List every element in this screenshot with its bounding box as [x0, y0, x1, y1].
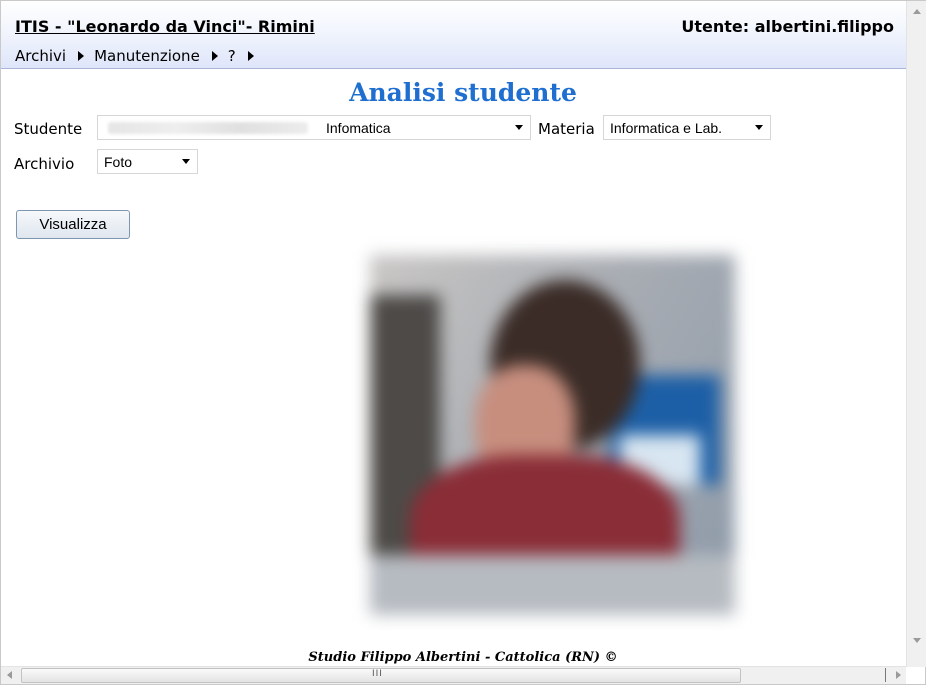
student-name-redacted [108, 121, 308, 134]
horizontal-scroll-thumb[interactable]: III [21, 668, 741, 683]
scroll-down-icon[interactable] [913, 638, 921, 643]
horizontal-scrollbar[interactable]: III [1, 666, 906, 684]
chevron-down-icon [755, 125, 763, 130]
footer-credit: Studio Filippo Albertini - Cattolica (RN… [308, 650, 618, 665]
menu-bar: Archivi Manutenzione ? [15, 47, 264, 65]
archive-select-value: Foto [104, 153, 133, 170]
scroll-left-icon[interactable] [7, 671, 12, 679]
menu-item-help[interactable]: ? [228, 47, 254, 65]
menu-item-manutenzione[interactable]: Manutenzione [94, 47, 218, 65]
submenu-arrow-icon [247, 51, 254, 61]
chevron-down-icon [515, 125, 523, 130]
site-title-link[interactable]: ITIS - "Leonardo da Vinci"- Rimini [15, 17, 315, 36]
scroll-divider [885, 668, 886, 682]
vertical-scrollbar[interactable] [906, 1, 926, 667]
student-photo-blurred [370, 255, 735, 615]
student-label: Studente [14, 120, 83, 138]
visualizza-button[interactable]: Visualizza [16, 210, 130, 239]
user-label: Utente: albertini.filippo [681, 17, 894, 36]
student-photo [348, 235, 758, 630]
chevron-down-icon [182, 159, 190, 164]
menu-item-label: Manutenzione [94, 47, 200, 65]
submenu-arrow-icon [211, 51, 218, 61]
subject-select-value: Informatica e Lab. [610, 119, 723, 136]
menu-item-label: Archivi [15, 47, 67, 65]
scroll-grip: III [372, 669, 383, 679]
archive-label: Archivio [14, 155, 75, 173]
page-title: Analisi studente [349, 78, 577, 107]
menu-item-label: ? [227, 47, 236, 65]
student-select[interactable]: Infomatica [97, 115, 531, 140]
subject-label: Materia [538, 120, 595, 138]
scroll-up-icon[interactable] [913, 9, 921, 14]
header-bar: ITIS - "Leonardo da Vinci"- Rimini Utent… [1, 1, 906, 69]
scroll-right-icon[interactable] [896, 671, 901, 679]
submenu-arrow-icon [78, 51, 85, 61]
subject-select[interactable]: Informatica e Lab. [603, 115, 771, 140]
archive-select[interactable]: Foto [97, 149, 198, 174]
student-select-value: Infomatica [326, 119, 391, 136]
menu-item-archivi[interactable]: Archivi [15, 47, 85, 65]
